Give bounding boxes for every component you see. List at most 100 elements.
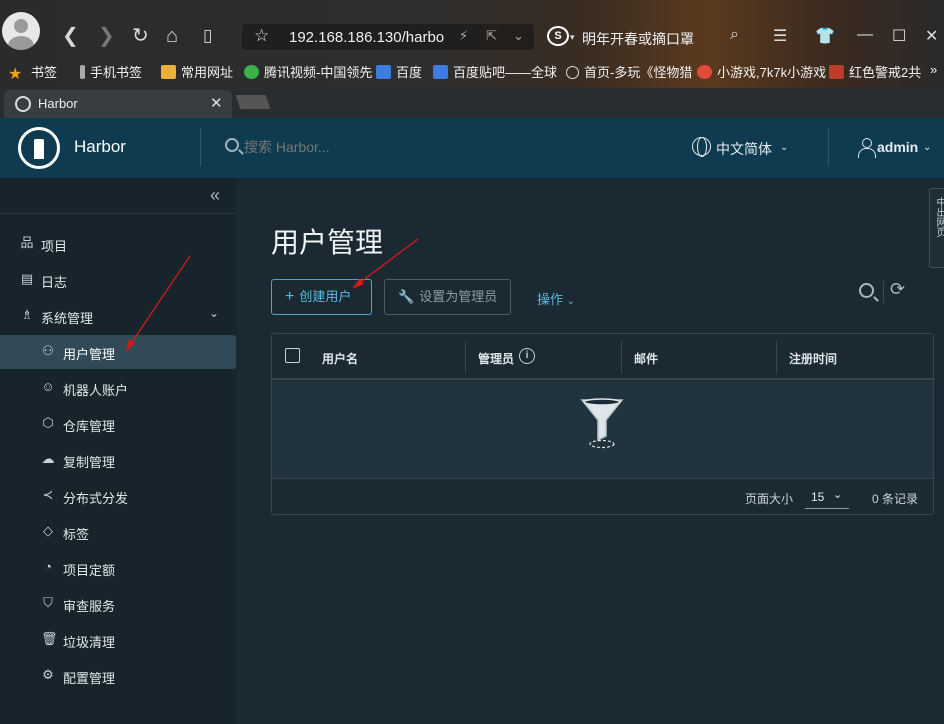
- column-divider[interactable]: [776, 341, 777, 374]
- sogou-search-icon[interactable]: S: [547, 26, 569, 46]
- bookmark-item[interactable]: 小游戏,7k7k小游戏: [697, 62, 826, 81]
- collapse-sidebar-icon[interactable]: «: [210, 185, 220, 206]
- side-tab-label: 中出网页: [934, 197, 944, 237]
- profile-avatar[interactable]: [2, 12, 40, 50]
- harbor-logo-icon[interactable]: [18, 127, 60, 169]
- column-username[interactable]: 用户名: [322, 350, 358, 367]
- chevron-down-icon[interactable]: ⌄: [209, 306, 219, 320]
- actions-dropdown[interactable]: 操作 ⌄: [537, 289, 575, 308]
- empty-filter-icon: [580, 398, 624, 449]
- sidebar-item-label: 分布式分发: [63, 491, 129, 506]
- share-page-icon[interactable]: ⇱: [486, 28, 497, 44]
- sidebar-item-administration[interactable]: ♗ 系统管理: [0, 299, 236, 333]
- wrench-icon: 🔧: [398, 289, 415, 304]
- search-engine-chevron-icon[interactable]: ▾: [570, 32, 575, 43]
- bookmark-item[interactable]: 百度贴吧——全球: [433, 62, 557, 81]
- sidebar-item-interrogation[interactable]: ⛉ 审查服务: [0, 587, 236, 621]
- address-text[interactable]: 192.168.186.130/harbo: [289, 29, 444, 46]
- sidebar-item-garbage-collection[interactable]: 🗑 垃圾清理: [0, 623, 236, 657]
- page-size-select[interactable]: 15 ⌄: [805, 487, 849, 509]
- reload-icon[interactable]: ↻: [132, 24, 149, 48]
- refresh-icon[interactable]: ⟳: [890, 279, 905, 300]
- sidebar-item-configuration[interactable]: ⚙ 配置管理: [0, 659, 236, 693]
- column-email[interactable]: 邮件: [634, 350, 658, 367]
- sidebar-item-label: 日志: [41, 275, 68, 290]
- sidebar-item-distributions[interactable]: ≺ 分布式分发: [0, 479, 236, 513]
- bookmark-item[interactable]: 首页-多玩《怪物猎: [566, 62, 692, 81]
- header-divider: [828, 128, 829, 166]
- table-search-icon[interactable]: [859, 283, 874, 298]
- users-icon: ⚇: [42, 343, 54, 358]
- chevron-down-icon[interactable]: ⌄: [923, 142, 931, 153]
- close-window-icon[interactable]: ✕: [925, 26, 938, 46]
- bookmark-star-icon[interactable]: ☆: [254, 26, 269, 46]
- sidebar-item-label: 审查服务: [63, 599, 116, 614]
- baidu-icon: [376, 65, 391, 79]
- column-registration-time[interactable]: 注册时间: [789, 350, 837, 367]
- chevron-down-icon[interactable]: ⌄: [780, 142, 788, 153]
- select-all-checkbox[interactable]: [285, 348, 300, 363]
- skin-icon[interactable]: 👕: [815, 26, 835, 46]
- global-search-input[interactable]: [244, 139, 404, 155]
- create-user-label: 创建用户: [299, 289, 352, 304]
- box-icon: ⬡: [42, 415, 54, 430]
- search-icon: [225, 138, 239, 152]
- sidebar-item-project-quotas[interactable]: ◔ 项目定额: [0, 551, 236, 585]
- home-icon[interactable]: ⌂: [166, 24, 178, 48]
- game-icon: [697, 65, 712, 79]
- bookmark-item[interactable]: 常用网址: [161, 62, 233, 81]
- side-panel-tab[interactable]: 中出网页: [929, 188, 944, 268]
- tencent-video-icon: [244, 65, 259, 79]
- bookmarks-more-icon[interactable]: »: [930, 62, 937, 77]
- sidebar-item-label: 项目定额: [63, 563, 116, 578]
- header-divider: [200, 128, 201, 166]
- sidebar-item-label: 垃圾清理: [63, 635, 116, 650]
- lightning-icon[interactable]: ⚡: [459, 28, 468, 44]
- bookmark-item[interactable]: 腾讯视频-中国领先: [244, 62, 372, 81]
- plus-icon: +: [285, 288, 295, 305]
- page-title: 用户管理: [271, 227, 384, 258]
- sidebar-item-labels[interactable]: ◇ 标签: [0, 515, 236, 549]
- sidebar-item-label: 项目: [41, 239, 68, 254]
- baidu-tieba-icon: [433, 65, 448, 79]
- bookmark-item[interactable]: 手机书签: [80, 62, 142, 81]
- app-brand[interactable]: Harbor: [74, 137, 126, 157]
- maximize-icon[interactable]: ☐: [892, 26, 906, 46]
- cloud-icon: ☁: [41, 451, 55, 466]
- bookmark-item[interactable]: 百度: [376, 62, 422, 81]
- search-suggestion[interactable]: 明年开春或摘口罩: [582, 29, 694, 49]
- sidebar-item-users[interactable]: ⚇ 用户管理: [0, 335, 236, 369]
- tab-close-icon[interactable]: ✕: [210, 94, 223, 112]
- user-menu[interactable]: admin: [877, 139, 918, 155]
- shield-icon: ⛉: [43, 595, 53, 610]
- menu-icon[interactable]: ☰: [773, 26, 787, 46]
- sidebar-item-logs[interactable]: ▤ 日志: [0, 263, 236, 297]
- chevron-down-icon[interactable]: ⌄: [513, 28, 524, 44]
- toolbar-divider: [883, 281, 884, 303]
- column-divider[interactable]: [621, 341, 622, 374]
- create-user-button[interactable]: + 创建用户: [271, 279, 372, 315]
- star-icon: ★: [8, 66, 23, 83]
- sidebar-item-robot-accounts[interactable]: ☺ 机器人账户: [0, 371, 236, 405]
- sidebar-item-replications[interactable]: ☁ 复制管理: [0, 443, 236, 477]
- back-icon[interactable]: ❮: [62, 24, 79, 48]
- bookmark-item[interactable]: 红色警戒2共: [829, 62, 921, 81]
- bookmark-item[interactable]: ★ 书签: [8, 62, 57, 83]
- forward-icon[interactable]: ❯: [98, 24, 115, 48]
- minimize-icon[interactable]: —: [857, 26, 873, 44]
- reader-icon[interactable]: ▯: [203, 24, 212, 48]
- user-icon: [858, 138, 876, 158]
- column-divider[interactable]: [465, 341, 466, 374]
- project-icon: 品: [20, 235, 34, 250]
- language-selector[interactable]: 中文简体: [716, 139, 772, 159]
- sidebar-item-label: 标签: [63, 527, 90, 542]
- info-icon[interactable]: i: [519, 348, 535, 364]
- set-as-admin-button[interactable]: 🔧 设置为管理员: [384, 279, 511, 315]
- sidebar-item-projects[interactable]: 品 项目: [0, 227, 236, 261]
- sidebar-item-registries[interactable]: ⬡ 仓库管理: [0, 407, 236, 441]
- globe-icon: [566, 66, 579, 79]
- column-admin[interactable]: 管理员: [478, 350, 514, 367]
- browser-search-icon[interactable]: ⌕: [730, 26, 739, 44]
- tab-title: Harbor: [38, 96, 78, 111]
- new-tab-button[interactable]: [235, 95, 271, 109]
